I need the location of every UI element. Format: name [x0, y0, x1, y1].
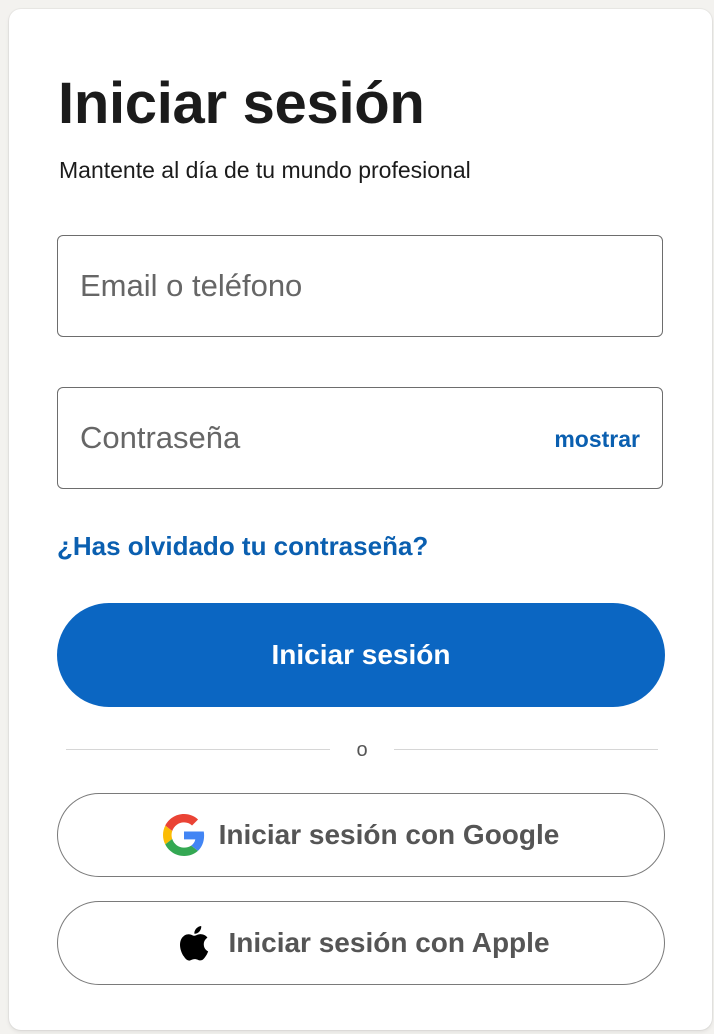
google-logo-icon: [162, 814, 205, 856]
page-title: Iniciar sesión: [58, 71, 425, 136]
password-input[interactable]: [80, 388, 540, 488]
forgot-password-link[interactable]: ¿Has olvidado tu contraseña?: [57, 529, 428, 563]
apple-sign-in-button[interactable]: Iniciar sesión con Apple: [57, 901, 665, 985]
email-field[interactable]: [57, 235, 663, 337]
sign-in-button[interactable]: Iniciar sesión: [57, 603, 665, 707]
google-sign-in-button[interactable]: Iniciar sesión con Google: [57, 793, 665, 877]
apple-sign-in-label: Iniciar sesión con Apple: [228, 927, 550, 958]
google-sign-in-label: Iniciar sesión con Google: [218, 819, 560, 850]
email-input[interactable]: [80, 236, 540, 336]
or-divider: o: [66, 735, 658, 765]
divider-text: o: [356, 739, 368, 761]
password-field[interactable]: mostrar: [57, 387, 663, 489]
apple-logo-icon: [172, 922, 214, 964]
show-password-button[interactable]: mostrar: [554, 424, 640, 454]
page-subtitle: Mantente al día de tu mundo profesional: [59, 157, 471, 183]
login-card: Iniciar sesión Mantente al día de tu mun…: [9, 9, 712, 1030]
divider-line-right: [394, 749, 658, 750]
